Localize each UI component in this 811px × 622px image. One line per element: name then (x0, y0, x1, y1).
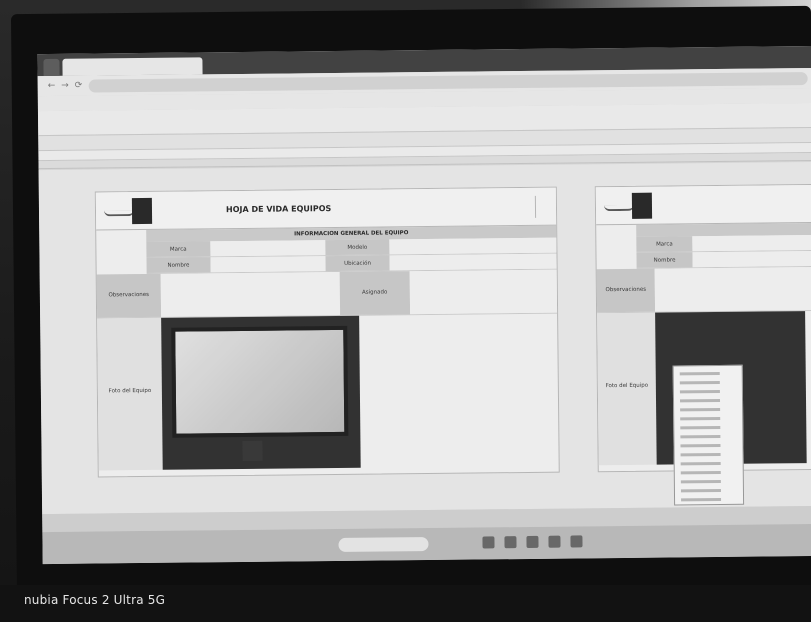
camera-watermark: nubia Focus 2 Ultra 5G (24, 593, 166, 607)
card-code (534, 195, 549, 218)
value-nombre[interactable] (210, 256, 326, 273)
row-observaciones: Observaciones Asignado (96, 269, 558, 319)
monitor-picture (171, 325, 349, 438)
app-icon[interactable] (548, 535, 561, 548)
back-icon[interactable]: ← (48, 81, 56, 91)
menu-bar[interactable] (52, 108, 804, 116)
app-icon[interactable] (504, 536, 517, 549)
equipment-card: HOJA DE VIDA EQUIPOS INFORMACION GENERAL… (94, 186, 560, 478)
label-nombre: Nombre (146, 257, 211, 273)
taskbar-search[interactable] (338, 537, 429, 552)
label-foto: Foto del Equipo (97, 317, 163, 471)
label-modelo: Modelo (325, 239, 390, 256)
browser-tab-active[interactable] (62, 57, 203, 76)
row-nombre-2: Nombre (636, 250, 811, 269)
label-ubicacion: Ubicación (325, 255, 390, 272)
row-marca-2: Marca (636, 234, 811, 253)
reload-icon[interactable]: ⟳ (75, 81, 83, 91)
value-ubicacion[interactable] (389, 253, 557, 271)
company-logo (103, 197, 153, 225)
monitor-stand (242, 440, 263, 461)
app-icon[interactable] (570, 535, 583, 548)
label-observaciones-2: Observaciones (596, 268, 656, 313)
value-observaciones[interactable] (160, 271, 341, 317)
label-observaciones: Observaciones (96, 273, 161, 318)
label-marca-2: Marca (636, 236, 693, 252)
card-title: HOJA DE VIDA EQUIPOS (225, 204, 332, 215)
card-header: HOJA DE VIDA EQUIPOS (95, 187, 557, 231)
card-header-2 (595, 184, 811, 226)
row-foto: Foto del Equipo (97, 314, 559, 471)
forward-icon[interactable]: → (61, 81, 69, 91)
value-modelo[interactable] (389, 237, 557, 255)
label-foto-2: Foto del Equipo (597, 312, 657, 466)
value-marca[interactable] (210, 240, 326, 257)
dropdown-menu[interactable] (672, 364, 745, 506)
value-marca-2[interactable] (692, 234, 811, 252)
photo-of-monitor: ← → ⟳ HOJA DE VIDA EQUIPOS INFORMACION G… (0, 0, 811, 622)
value-observaciones-2[interactable] (654, 267, 806, 312)
taskbar-apps (482, 535, 583, 549)
app-icon[interactable] (526, 535, 539, 549)
app-icon[interactable] (482, 536, 495, 549)
label-marca: Marca (146, 241, 211, 257)
equipment-photo[interactable] (161, 315, 361, 470)
row-observaciones-2: Observaciones (596, 266, 811, 314)
label-asignado: Asignado (339, 271, 410, 315)
company-logo-2 (603, 192, 653, 220)
monitor-screen: ← → ⟳ HOJA DE VIDA EQUIPOS INFORMACION G… (37, 45, 811, 565)
value-nombre-2[interactable] (692, 250, 811, 268)
browser-tab[interactable] (43, 58, 60, 77)
value-asignado[interactable] (409, 269, 558, 315)
label-nombre-2: Nombre (636, 252, 693, 268)
